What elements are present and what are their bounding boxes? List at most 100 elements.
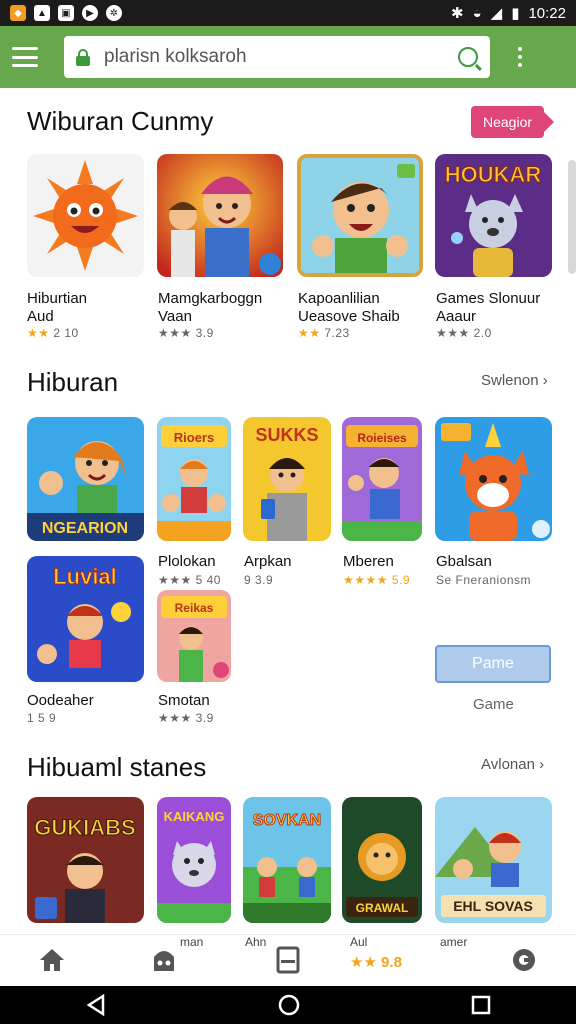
game-button-caption: Game — [473, 696, 514, 713]
notification-icons: ◆ ▲ ▣ ▶ ✲ — [10, 5, 122, 21]
game-name-5[interactable]: Oodeaher — [27, 692, 94, 710]
game-name-6[interactable]: Smotan — [158, 692, 210, 710]
guy-game-icon: GUKIABS — [27, 797, 144, 923]
svg-text:Rioers: Rioers — [174, 430, 214, 445]
forest-kids-icon: SOVKAN — [243, 797, 331, 923]
section-title-featured: Wiburan Cunmy — [27, 106, 214, 136]
play-icon: ▶ — [82, 5, 98, 21]
sun-mascot-icon — [33, 160, 138, 271]
game-rating-6: ★★★ 3.9 — [158, 711, 214, 725]
profile-icon[interactable] — [510, 945, 538, 975]
partial-label-4: amer — [440, 935, 468, 949]
game-rating-1: ★★★ 5 40 — [158, 573, 221, 587]
bottom-navigation: man Ahn Aul amer ★★ 9.8 — [0, 934, 576, 986]
system-navigation-bar — [0, 986, 576, 1024]
game-name-1[interactable]: Plolokan — [158, 553, 216, 571]
app-name-3[interactable]: Kapoanlilian Ueasove Shaib — [298, 290, 400, 326]
app-rating-2: ★★★ 3.9 — [158, 326, 214, 340]
svg-text:SOVKAN: SOVKAN — [253, 812, 321, 829]
game-name-4[interactable]: Gbalsan — [436, 553, 492, 571]
game-tile-11[interactable]: GRAWAL — [342, 797, 422, 923]
app-name-1[interactable]: Hiburtian Aud — [27, 290, 87, 326]
app-rating-4: ★★★ 2.0 — [436, 326, 492, 340]
svg-text:SUKKS: SUKKS — [255, 425, 318, 445]
bluetooth-icon: ✱ — [451, 5, 464, 22]
see-more-link-3[interactable]: Avlonan › — [481, 756, 544, 773]
flame-app-icon: ◆ — [10, 5, 26, 21]
menu-icon[interactable] — [12, 47, 38, 67]
svg-text:EHL SOVAS: EHL SOVAS — [453, 898, 533, 914]
home-circle-icon[interactable] — [277, 993, 301, 1017]
app-name-4[interactable]: Games Slonuur Aaaur — [436, 290, 540, 326]
see-more-link-2[interactable]: Swlenon › — [481, 372, 548, 389]
svg-text:KAIKANG: KAIKANG — [164, 809, 225, 824]
apps-icon[interactable] — [274, 945, 302, 975]
game-tile-9[interactable]: KAIKANG — [157, 797, 231, 923]
dog-game-icon: KAIKANG — [157, 797, 231, 923]
search-input[interactable]: plarisn kolksaroh — [64, 36, 490, 78]
app-bar: plarisn kolksaroh — [0, 26, 576, 88]
lock-icon — [76, 49, 90, 66]
app-name-2[interactable]: Mamgkarboggn Vaan — [158, 290, 262, 326]
app-rating-1: ★★ 2 10 — [27, 326, 79, 340]
section-title-stanes: Hibuaml stanes — [27, 752, 207, 782]
kids-game-icon: Rioers — [157, 417, 231, 541]
game-tile-1[interactable]: NGEARION — [27, 417, 144, 541]
search-icon[interactable] — [458, 47, 478, 67]
app-tile-1[interactable] — [27, 154, 144, 277]
game-name-3[interactable]: Mberen — [343, 553, 394, 571]
featured-chip[interactable]: Neagior — [471, 106, 555, 138]
status-bar: ◆ ▲ ▣ ▶ ✲ ✱ ◒ ◢ ▮ 10:22 — [0, 0, 576, 26]
more-options-icon[interactable] — [518, 47, 522, 67]
game-rating-2: 9 3.9 — [244, 573, 274, 587]
app-tile-2[interactable] — [157, 154, 283, 277]
main-content: Wiburan Cunmy Neagior HOUKAR Hiburtian A… — [0, 88, 576, 934]
battery-icon: ▮ — [511, 5, 520, 22]
back-icon[interactable] — [85, 994, 107, 1016]
partial-label-2: Ahn — [245, 935, 267, 949]
search-placeholder: plarisn kolksaroh — [104, 46, 247, 67]
game-tile-4[interactable]: Roieises — [342, 417, 422, 541]
adventure-kids-icon: EHL SOVAS — [435, 797, 552, 923]
cartoon-boy-icon — [301, 158, 419, 273]
svg-text:NGEARION: NGEARION — [42, 520, 128, 537]
wolf-mascot-icon: HOUKAR — [435, 154, 552, 277]
app-tile-4[interactable]: HOUKAR — [435, 154, 552, 277]
home-icon[interactable] — [38, 945, 66, 975]
fox-mascot-icon — [435, 417, 552, 541]
gallery-icon: ▣ — [58, 5, 74, 21]
game-icon[interactable] — [150, 945, 178, 975]
boy-phone-game-icon: SUKKS — [243, 417, 331, 541]
rating-icon[interactable]: ★★ 9.8 — [350, 947, 420, 977]
app-rating-3: ★★ 7.23 — [298, 326, 350, 340]
game-tile-10[interactable]: SOVKAN — [243, 797, 331, 923]
lion-game-icon: GRAWAL — [342, 797, 422, 923]
svg-text:GUKIABS: GUKIABS — [34, 815, 135, 840]
partial-label-1: man — [180, 935, 204, 949]
hero-kid-icon: Reikas — [157, 590, 231, 682]
signal-icon: ◢ — [490, 5, 503, 22]
game-tile-8[interactable]: GUKIABS — [27, 797, 144, 923]
game-tile-6[interactable]: Luvial — [27, 556, 144, 682]
svg-text:GRAWAL: GRAWAL — [356, 901, 409, 915]
svg-text:Reikas: Reikas — [175, 601, 214, 615]
game-subtitle-4: Se Fneranionsm — [436, 573, 532, 587]
game-tile-5[interactable] — [435, 417, 552, 541]
game-name-2[interactable]: Arpkan — [244, 553, 292, 571]
system-status: ✱ ◒ ◢ ▮ 10:22 — [451, 4, 566, 23]
game-rating-5: 1 5 9 — [27, 711, 57, 725]
section-title-hiburan: Hiburan — [27, 367, 119, 397]
game-tile-12[interactable]: EHL SOVAS — [435, 797, 552, 923]
recents-icon[interactable] — [471, 995, 491, 1015]
game-tile-2[interactable]: Rioers — [157, 417, 231, 541]
game-button[interactable]: Pame — [435, 645, 551, 683]
cartoon-kids-icon — [157, 154, 283, 277]
clock: 10:22 — [528, 4, 566, 22]
game-tile-7[interactable]: Reikas — [157, 590, 231, 682]
game-tile-3[interactable]: SUKKS — [243, 417, 331, 541]
app-tile-3[interactable] — [297, 154, 423, 277]
space-kids-icon: Luvial — [27, 556, 144, 682]
wifi-icon: ◒ — [472, 4, 482, 22]
svg-text:Luvial: Luvial — [53, 564, 117, 589]
next-card-peek[interactable] — [568, 160, 576, 274]
